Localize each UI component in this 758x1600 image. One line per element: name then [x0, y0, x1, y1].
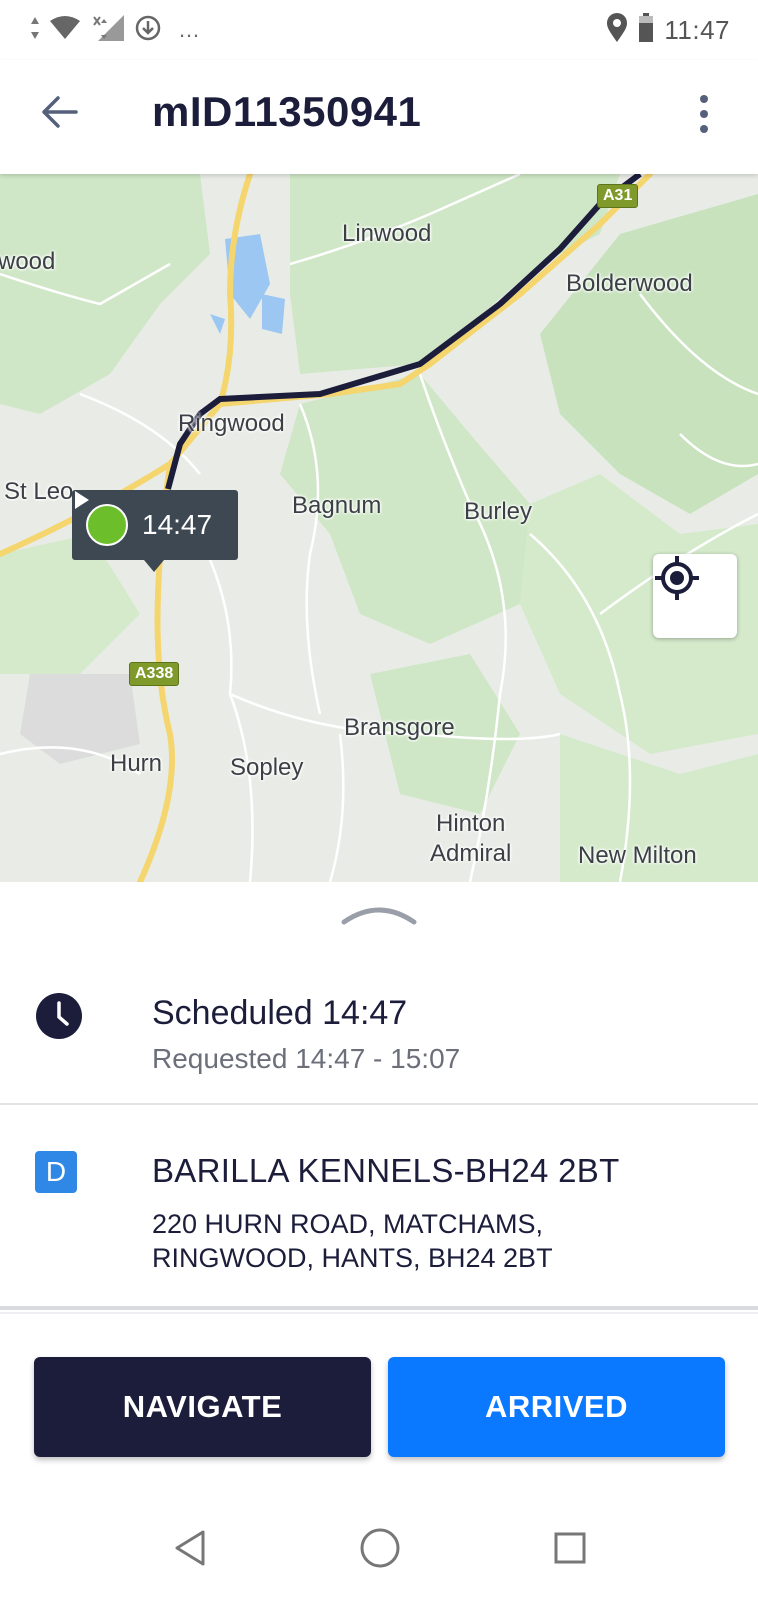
status-icons-right: 11:47 [606, 12, 730, 48]
place-label: Hinton [436, 810, 506, 837]
nav-home-icon [359, 1527, 401, 1574]
place-label: Bransgore [344, 714, 455, 741]
chevron-up-icon [340, 900, 418, 931]
requested-window: Requested 14:47 - 15:07 [152, 1043, 461, 1074]
more-vert-icon [698, 94, 710, 139]
place-label: Admiral [430, 840, 512, 867]
overflow-menu-button[interactable] [684, 88, 724, 144]
navigate-button[interactable]: NAVIGATE [34, 1357, 371, 1457]
data-arrows-icon [30, 15, 40, 46]
back-button[interactable] [30, 84, 90, 144]
eta-time: 14:47 [142, 509, 213, 540]
location-pin-icon [606, 12, 628, 48]
play-icon [75, 491, 128, 546]
scheduled-time: Scheduled 14:47 [152, 994, 408, 1032]
nav-back-icon [173, 1529, 207, 1572]
place-label: Burley [464, 498, 533, 525]
place-label: Ringwood [178, 410, 285, 437]
place-label: New Milton [578, 842, 697, 869]
destination-address: 220 HURN ROAD, MATCHAMS, RINGWOOD, HANTS… [152, 1209, 553, 1273]
system-nav-bar [0, 1500, 758, 1600]
status-overflow: … [178, 17, 201, 42]
status-bar: … 11:47 [0, 0, 758, 60]
signal-off-icon [90, 13, 126, 48]
status-icons-left: … [30, 12, 201, 48]
destination-badge: D [35, 1151, 77, 1193]
clock-icon [35, 992, 83, 1040]
battery-icon [638, 12, 654, 48]
eta-marker[interactable]: 14:47 [72, 490, 238, 572]
place-label: St Leo [4, 478, 74, 505]
arrow-back-icon [40, 94, 80, 135]
nav-home-button[interactable] [350, 1524, 410, 1576]
nav-recents-icon [553, 1531, 587, 1570]
my-location-button[interactable] [653, 554, 737, 638]
road-shield: A31 [597, 184, 639, 208]
place-label: Sopley [230, 754, 304, 781]
place-label: Hurn [110, 750, 163, 777]
arrived-button[interactable]: ARRIVED [388, 1357, 725, 1457]
road-shield: A338 [129, 662, 180, 686]
download-icon [134, 14, 162, 47]
wifi-icon [48, 15, 82, 46]
place-label: wood [0, 248, 56, 275]
map-view[interactable]: Linwood Bolderwood wood Ringwood St Leo … [0, 174, 758, 882]
app-bar: mID11350941 [0, 60, 758, 174]
page-title: mID11350941 [152, 88, 422, 135]
divider [0, 1306, 758, 1310]
sheet-handle[interactable] [340, 900, 418, 930]
destination-name: BARILLA KENNELS-BH24 2BT [152, 1152, 620, 1189]
status-time: 11:47 [664, 14, 730, 45]
nav-recents-button[interactable] [540, 1524, 600, 1576]
nav-back-button[interactable] [160, 1524, 220, 1576]
divider [0, 1103, 758, 1105]
place-label: Bolderwood [566, 270, 693, 297]
place-label: Linwood [342, 220, 432, 247]
divider [0, 1312, 758, 1314]
place-label: Bagnum [292, 492, 382, 519]
